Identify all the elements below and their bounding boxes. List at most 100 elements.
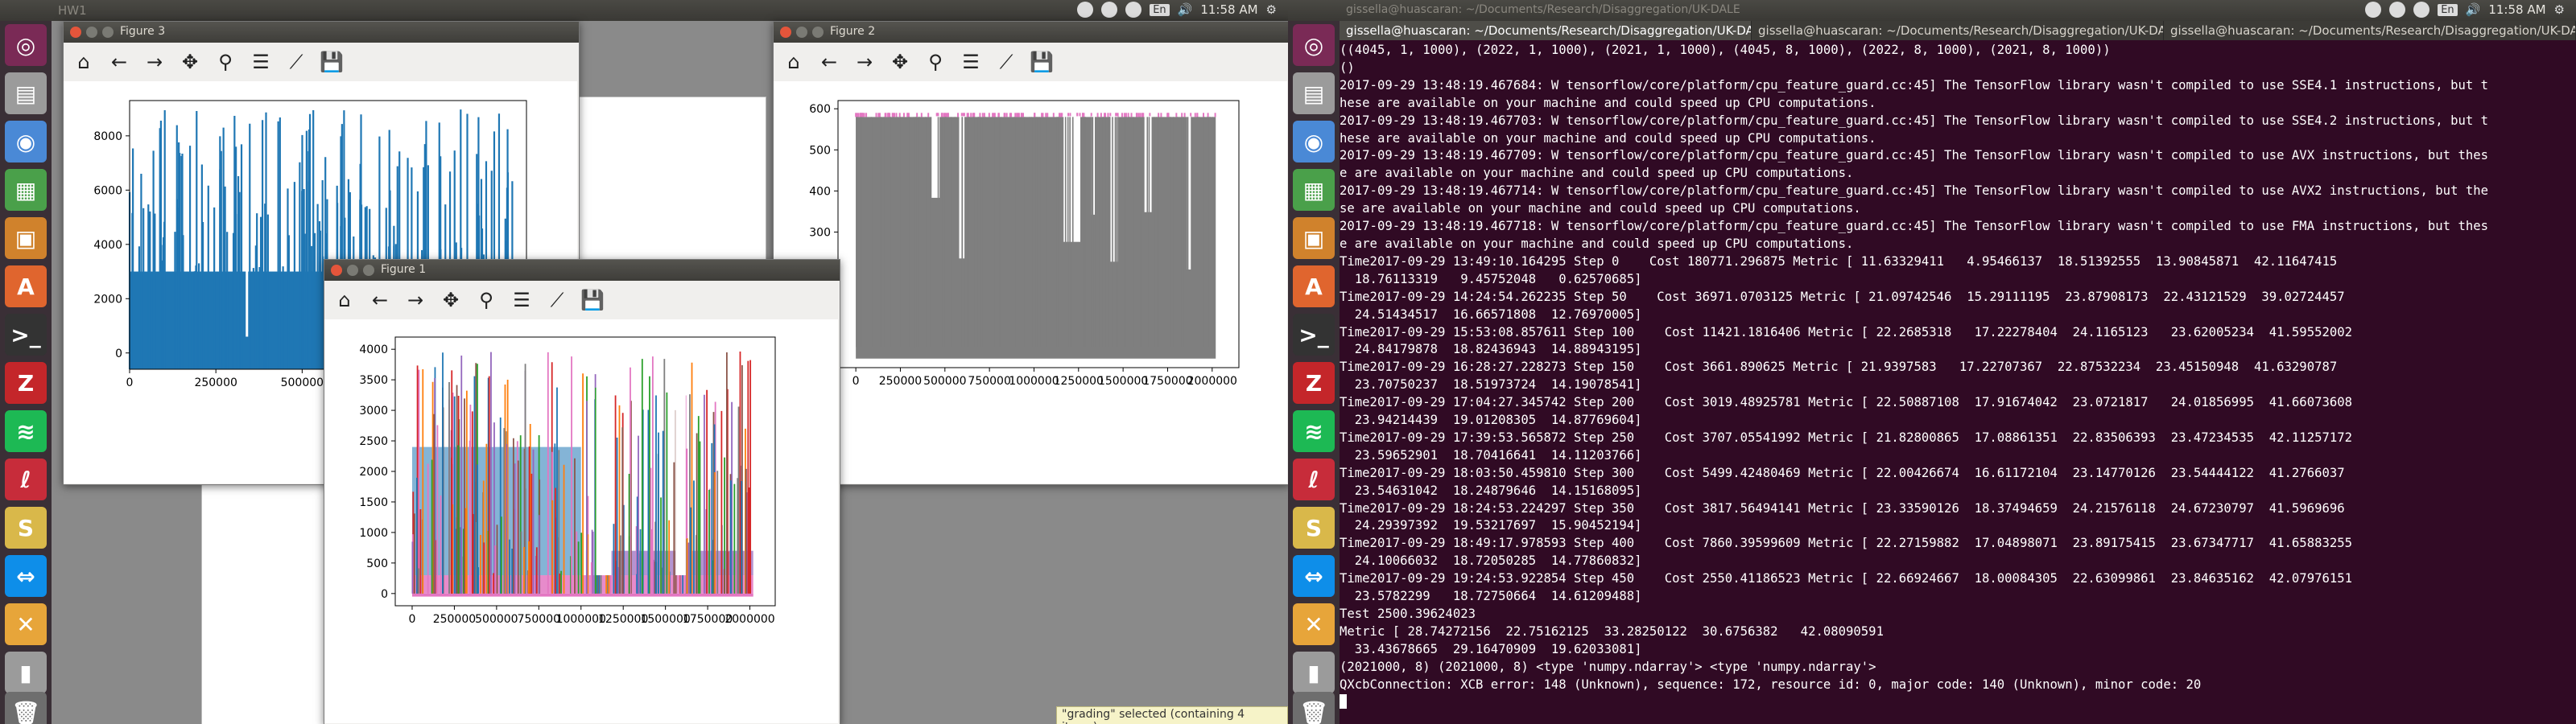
terminal-line: se are available on your machine and cou… — [1340, 201, 1861, 216]
files-icon[interactable]: ▤ — [5, 72, 47, 114]
minimize-icon[interactable] — [347, 265, 358, 276]
forward-icon[interactable]: → — [142, 51, 167, 73]
keyboard-layout[interactable]: En — [2438, 3, 2458, 16]
pan-icon[interactable]: ✥ — [888, 51, 912, 73]
title-bar[interactable]: Figure 2 — [774, 22, 1288, 43]
x-tick-label: 750000 — [518, 613, 560, 626]
usb-icon[interactable]: ▮ — [5, 652, 47, 693]
close-icon[interactable] — [70, 27, 81, 38]
trash-icon[interactable]: 🗑 — [5, 692, 47, 724]
figure-1-window[interactable]: Figure 1 ⌂ ← → ✥ ⚲ ☰ ⟋ 💾 0 500 1000 1500 200… — [324, 259, 840, 724]
teamviewer-icon[interactable]: ⇔ — [5, 555, 47, 597]
dropbox-icon[interactable] — [1077, 2, 1094, 18]
y-tick-label: 6000 — [93, 184, 122, 197]
terminal-tab-3[interactable]: gissella@huascaran: ~/Documents/Research… — [2164, 21, 2576, 40]
home-icon[interactable]: ⌂ — [72, 51, 96, 73]
forward-icon[interactable]: → — [852, 51, 877, 73]
sublime-icon[interactable]: S — [1293, 507, 1335, 549]
spotify-icon[interactable]: ≋ — [5, 410, 47, 452]
ubuntu-home-icon[interactable]: ◎ — [5, 24, 47, 66]
zoom-icon[interactable]: ⚲ — [213, 51, 237, 73]
window-title: gissella@huascaran: ~/Documents/Research… — [1346, 3, 1740, 16]
spreadsheet-icon[interactable]: ▦ — [1293, 169, 1335, 211]
maximize-icon[interactable] — [102, 27, 114, 38]
presentation-icon[interactable]: ▣ — [5, 217, 47, 259]
terminal-icon[interactable]: >_ — [5, 314, 47, 356]
volume-icon[interactable]: 🔊 — [2466, 2, 2481, 17]
back-icon[interactable]: ← — [107, 51, 131, 73]
terminal-icon[interactable]: >_ — [1293, 314, 1335, 356]
configure-icon[interactable]: ☰ — [249, 51, 273, 73]
x-tick-label: 0 — [126, 376, 134, 389]
configure-icon[interactable]: ☰ — [510, 289, 534, 311]
edit-curve-icon[interactable]: ⟋ — [994, 51, 1018, 73]
y-tick-label: 500 — [809, 144, 831, 157]
forward-icon[interactable]: → — [403, 289, 427, 311]
system-tools-icon[interactable]: ✕ — [5, 603, 47, 645]
app-icon[interactable]: ℓ — [5, 459, 47, 500]
close-icon[interactable] — [331, 265, 342, 276]
figure-2-window[interactable]: Figure 2 ⌂ ← → ✥ ⚲ ☰ ⟋ 💾 010020030040050… — [773, 21, 1288, 485]
dropbox-icon[interactable] — [2365, 2, 2382, 18]
x-tick-label: 0 — [852, 375, 860, 388]
presentation-icon[interactable]: ▣ — [1293, 217, 1335, 259]
back-icon[interactable]: ← — [817, 51, 841, 73]
clock[interactable]: 11:58 AM — [1200, 2, 1257, 17]
usb-icon[interactable]: ▮ — [1293, 652, 1335, 693]
spotify-icon[interactable]: ≋ — [1293, 410, 1335, 452]
x-tick-label: 0 — [409, 613, 416, 626]
chrome-icon[interactable]: ◉ — [1293, 121, 1335, 162]
system-tools-icon[interactable]: ✕ — [1293, 603, 1335, 645]
spreadsheet-icon[interactable]: ▦ — [5, 169, 47, 211]
terminal-tab-1[interactable]: gissella@huascaran: ~/Documents/Research… — [1340, 21, 1752, 40]
terminal-line: hese are available on your machine and c… — [1340, 130, 1876, 146]
configure-icon[interactable]: ☰ — [959, 51, 983, 73]
sublime-icon[interactable]: S — [5, 507, 47, 549]
trash-icon[interactable]: 🗑 — [1293, 692, 1335, 724]
teamviewer-icon[interactable]: ⇔ — [1293, 555, 1335, 597]
home-icon[interactable]: ⌂ — [782, 51, 806, 73]
settings-icon[interactable]: ⚙ — [1266, 2, 1277, 17]
software-center-icon[interactable]: A — [1293, 265, 1335, 307]
pan-icon[interactable]: ✥ — [178, 51, 202, 73]
right-screen: gissella@huascaran: ~/Documents/Research… — [1288, 0, 2576, 724]
y-tick-label: 400 — [809, 185, 831, 198]
back-icon[interactable]: ← — [368, 289, 392, 311]
network-icon[interactable] — [2389, 2, 2406, 18]
title-bar[interactable]: Figure 3 — [64, 22, 579, 43]
network-icon[interactable] — [1101, 2, 1118, 18]
save-icon[interactable]: 💾 — [580, 289, 605, 311]
minimize-icon[interactable] — [796, 27, 807, 38]
software-center-icon[interactable]: A — [5, 265, 47, 307]
save-icon[interactable]: 💾 — [320, 51, 344, 73]
save-icon[interactable]: 💾 — [1030, 51, 1054, 73]
terminal-tab-2[interactable]: gissella@huascaran: ~/Documents/Research… — [1752, 21, 2164, 40]
edit-curve-icon[interactable]: ⟋ — [284, 51, 308, 73]
keyboard-layout[interactable]: En — [1150, 3, 1170, 16]
settings-icon[interactable]: ⚙ — [2554, 2, 2565, 17]
pan-icon[interactable]: ✥ — [439, 289, 463, 311]
volume-icon[interactable]: 🔊 — [1178, 2, 1193, 17]
zoom-icon[interactable]: ⚲ — [923, 51, 947, 73]
maximize-icon[interactable] — [363, 265, 374, 276]
title-bar[interactable]: Figure 1 — [324, 260, 840, 281]
filezilla-icon[interactable]: Z — [1293, 362, 1335, 404]
close-icon[interactable] — [780, 27, 791, 38]
edit-curve-icon[interactable]: ⟋ — [545, 289, 569, 311]
terminal-output[interactable]: ((4045, 1, 1000), (2022, 1, 1000), (2021… — [1340, 42, 2571, 722]
launcher: ◎ ▤ ◉ ▦ ▣ A >_ Z ≋ ℓ S ⇔ ✕ ▮ 🗑 — [1288, 21, 1340, 724]
app-icon[interactable]: ℓ — [1293, 459, 1335, 500]
zoom-icon[interactable]: ⚲ — [474, 289, 498, 311]
terminal-line: Time2017-09-29 17:04:27.345742 Step 200 … — [1340, 395, 2353, 410]
files-icon[interactable]: ▤ — [1293, 72, 1335, 114]
maximize-icon[interactable] — [812, 27, 824, 38]
x-tick-label: 1500000 — [1098, 375, 1148, 388]
clock[interactable]: 11:58 AM — [2488, 2, 2545, 17]
bluetooth-icon[interactable] — [2413, 2, 2430, 18]
ubuntu-home-icon[interactable]: ◎ — [1293, 24, 1335, 66]
bluetooth-icon[interactable] — [1125, 2, 1142, 18]
chrome-icon[interactable]: ◉ — [5, 121, 47, 162]
filezilla-icon[interactable]: Z — [5, 362, 47, 404]
minimize-icon[interactable] — [86, 27, 97, 38]
home-icon[interactable]: ⌂ — [332, 289, 357, 311]
